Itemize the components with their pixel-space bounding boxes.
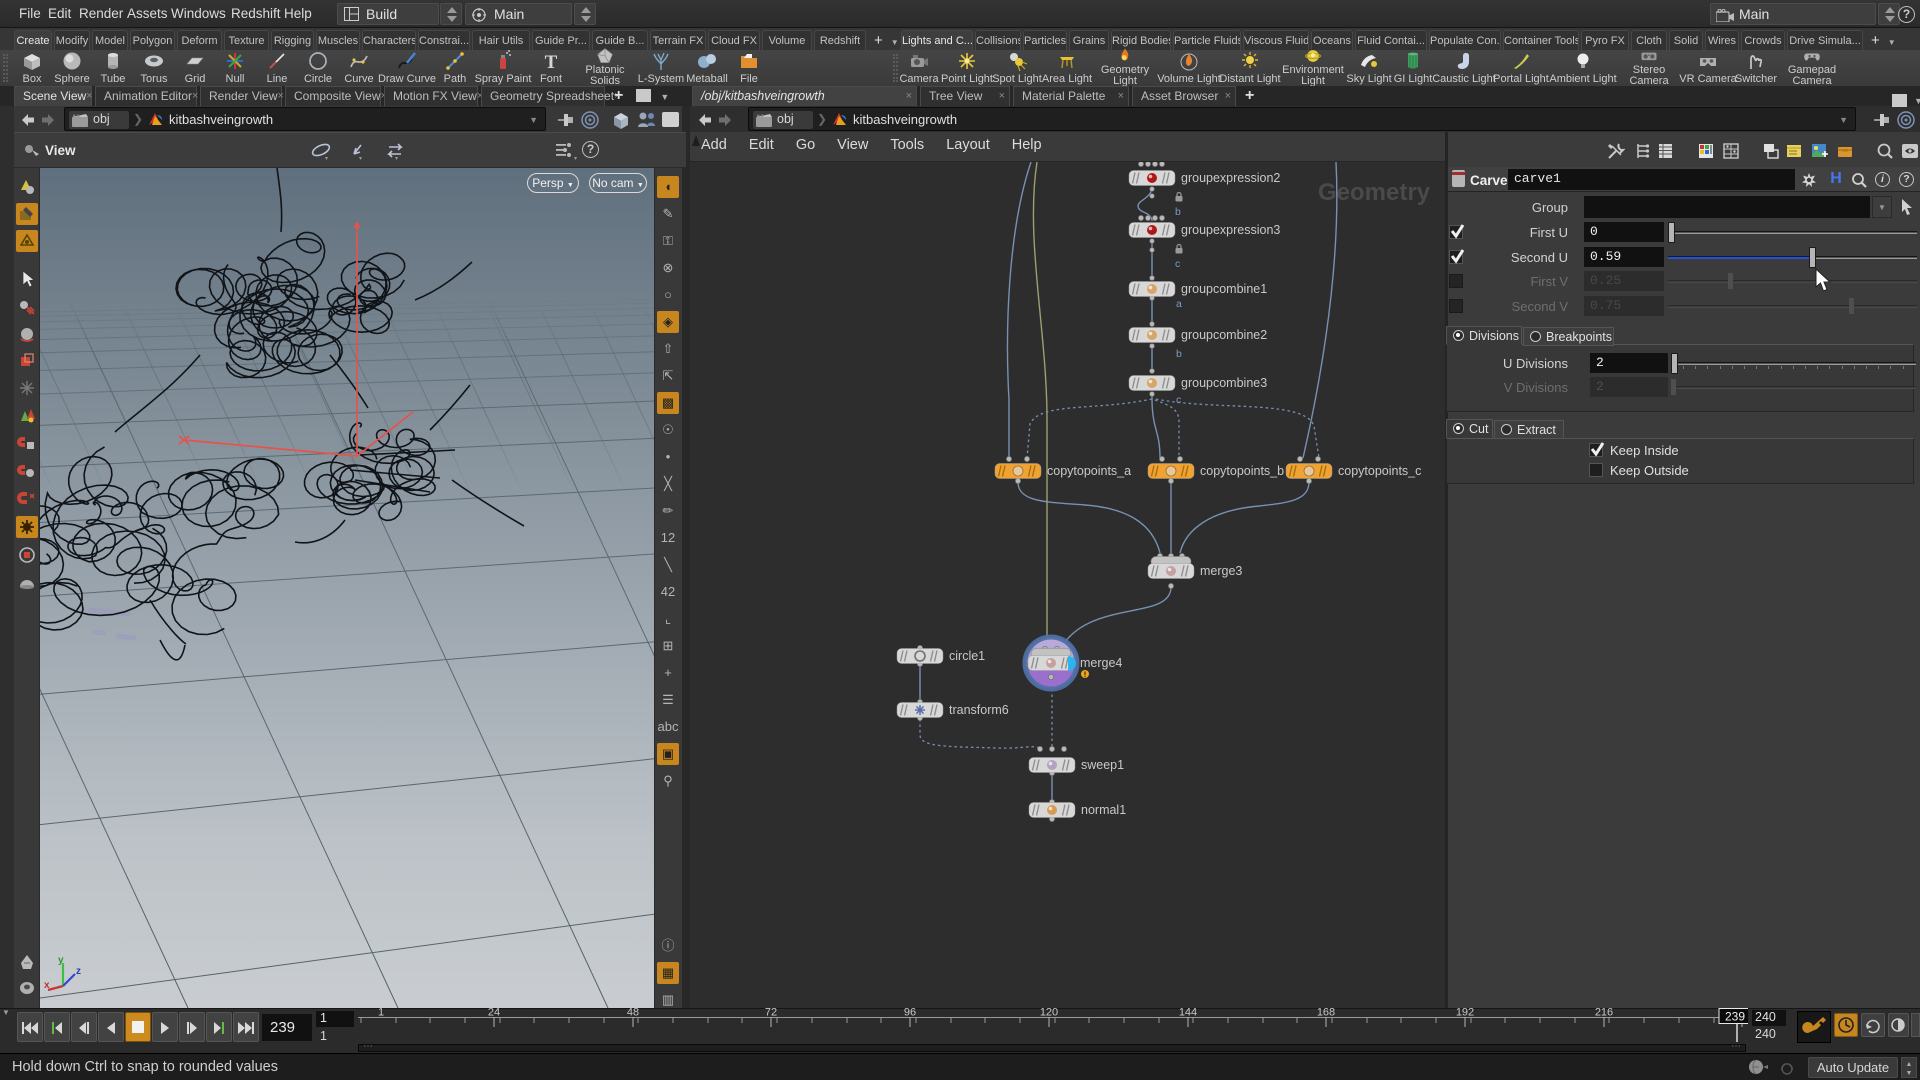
- svg-text:merge4: merge4: [1080, 656, 1122, 670]
- svg-text:72: 72: [765, 1008, 777, 1019]
- svg-text:groupexpression2: groupexpression2: [1181, 171, 1280, 185]
- svg-text:normal1: normal1: [1081, 803, 1126, 817]
- svg-text:copytopoints_b: copytopoints_b: [1200, 464, 1284, 478]
- svg-text:1: 1: [378, 1008, 384, 1019]
- svg-text:168: 168: [1317, 1008, 1335, 1019]
- svg-text:y: y: [58, 955, 64, 966]
- svg-text:merge3: merge3: [1200, 564, 1242, 578]
- svg-text:sweep1: sweep1: [1081, 758, 1124, 772]
- svg-text:x: x: [44, 980, 50, 991]
- svg-text:b: b: [1176, 348, 1182, 360]
- svg-text:216: 216: [1595, 1008, 1613, 1019]
- svg-text:48: 48: [627, 1008, 639, 1019]
- svg-text:groupcombine2: groupcombine2: [1181, 328, 1267, 342]
- svg-text:96: 96: [904, 1008, 916, 1019]
- svg-text:groupcombine3: groupcombine3: [1181, 376, 1267, 390]
- svg-text:120: 120: [1040, 1008, 1058, 1019]
- svg-text:192: 192: [1456, 1008, 1474, 1019]
- svg-text:24: 24: [488, 1008, 500, 1019]
- svg-text:z: z: [76, 966, 81, 977]
- svg-text:239: 239: [1725, 1010, 1745, 1024]
- svg-text:c: c: [1176, 394, 1181, 406]
- svg-text:b: b: [1175, 206, 1181, 218]
- svg-text:copytopoints_c: copytopoints_c: [1338, 464, 1421, 478]
- svg-text:a: a: [1176, 298, 1182, 310]
- svg-text:144: 144: [1179, 1008, 1197, 1019]
- svg-text:c: c: [1175, 258, 1180, 270]
- svg-text:transform6: transform6: [949, 703, 1009, 717]
- svg-text:groupexpression3: groupexpression3: [1181, 223, 1280, 237]
- svg-text:circle1: circle1: [949, 649, 985, 663]
- svg-text:Geometry: Geometry: [1318, 179, 1431, 206]
- svg-text:groupcombine1: groupcombine1: [1181, 282, 1267, 296]
- svg-text:T: T: [545, 52, 558, 73]
- svg-text:copytopoints_a: copytopoints_a: [1047, 464, 1131, 478]
